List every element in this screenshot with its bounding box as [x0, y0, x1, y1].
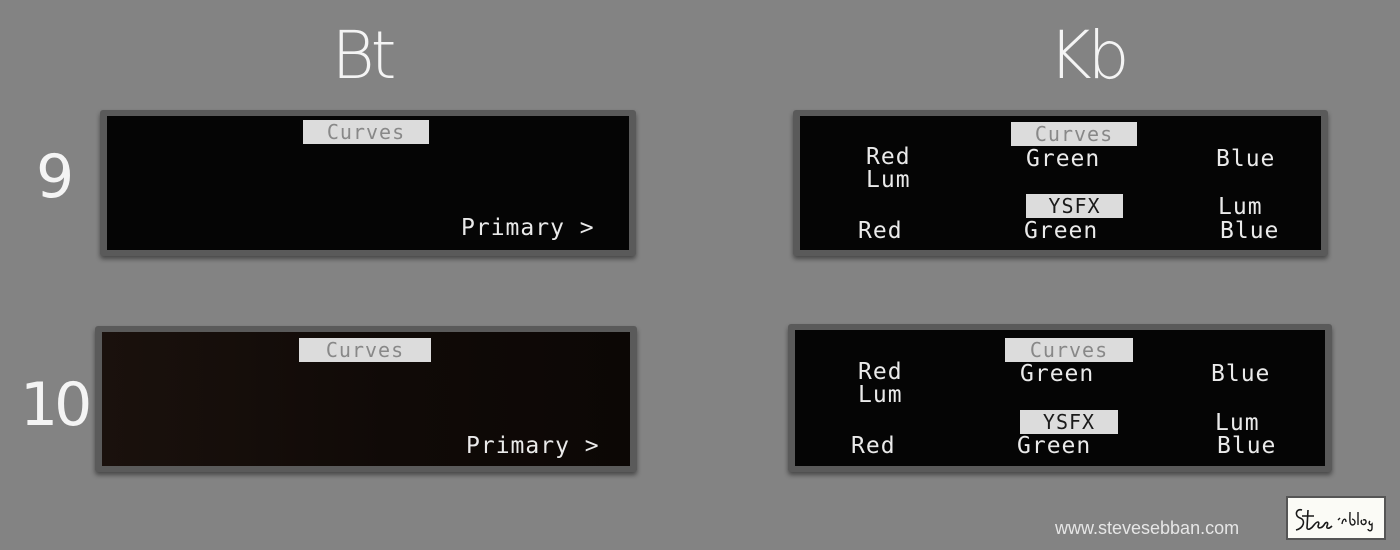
- primary-nav: Primary >: [461, 215, 595, 241]
- lum-blue-label-blue: Blue: [1220, 218, 1280, 244]
- lum-blue-label-lum: Lum: [1218, 194, 1263, 220]
- blue-label: Blue: [1211, 361, 1271, 387]
- column-title-bt: Bt: [331, 17, 396, 94]
- curves-chip: Curves: [1005, 338, 1133, 362]
- red-label-bottom: Red: [858, 218, 903, 244]
- primary-nav: Primary >: [466, 433, 600, 459]
- green-label: Green: [1020, 361, 1095, 387]
- bt-screen-9: Curves Primary >: [107, 116, 629, 250]
- red-label-bottom: Red: [851, 433, 896, 459]
- ysfx-chip: YSFX: [1026, 194, 1123, 218]
- lum-blue-label-blue: Blue: [1217, 433, 1277, 459]
- kb-display-10: Curves Red Lum Green Blue YSFX Lum Red G…: [788, 324, 1332, 472]
- kb-screen-10: Curves Red Lum Green Blue YSFX Lum Red G…: [795, 330, 1325, 466]
- red-lum-label-lum: Lum: [858, 382, 903, 408]
- curves-chip: Curves: [1011, 122, 1137, 146]
- kb-display-9: Curves Red Lum Green Blue YSFX Lum Red G…: [793, 110, 1328, 256]
- signature-icon: [1295, 508, 1373, 532]
- curves-chip: Curves: [299, 338, 431, 362]
- green-label: Green: [1026, 146, 1101, 172]
- site-credit: www.stevesebban.com: [1055, 518, 1240, 538]
- bt-display-10: Curves Primary >: [95, 326, 637, 472]
- blog-logo: [1286, 496, 1386, 540]
- red-lum-label-red: Red: [866, 144, 911, 170]
- row-label-10: 10: [20, 370, 92, 440]
- bt-screen-10: Curves Primary >: [102, 332, 630, 466]
- lum-blue-label-lum: Lum: [1215, 410, 1260, 436]
- green-label-bottom: Green: [1017, 433, 1092, 459]
- curves-chip: Curves: [303, 120, 429, 144]
- red-lum-label-lum: Lum: [866, 167, 911, 193]
- green-label-bottom: Green: [1024, 218, 1099, 244]
- bt-display-9: Curves Primary >: [100, 110, 636, 256]
- ysfx-chip: YSFX: [1020, 410, 1118, 434]
- column-title-kb: Kb: [1048, 17, 1129, 94]
- red-lum-label-red: Red: [858, 359, 903, 385]
- blue-label: Blue: [1216, 146, 1276, 172]
- row-label-9: 9: [36, 142, 74, 212]
- kb-screen-9: Curves Red Lum Green Blue YSFX Lum Red G…: [800, 116, 1321, 250]
